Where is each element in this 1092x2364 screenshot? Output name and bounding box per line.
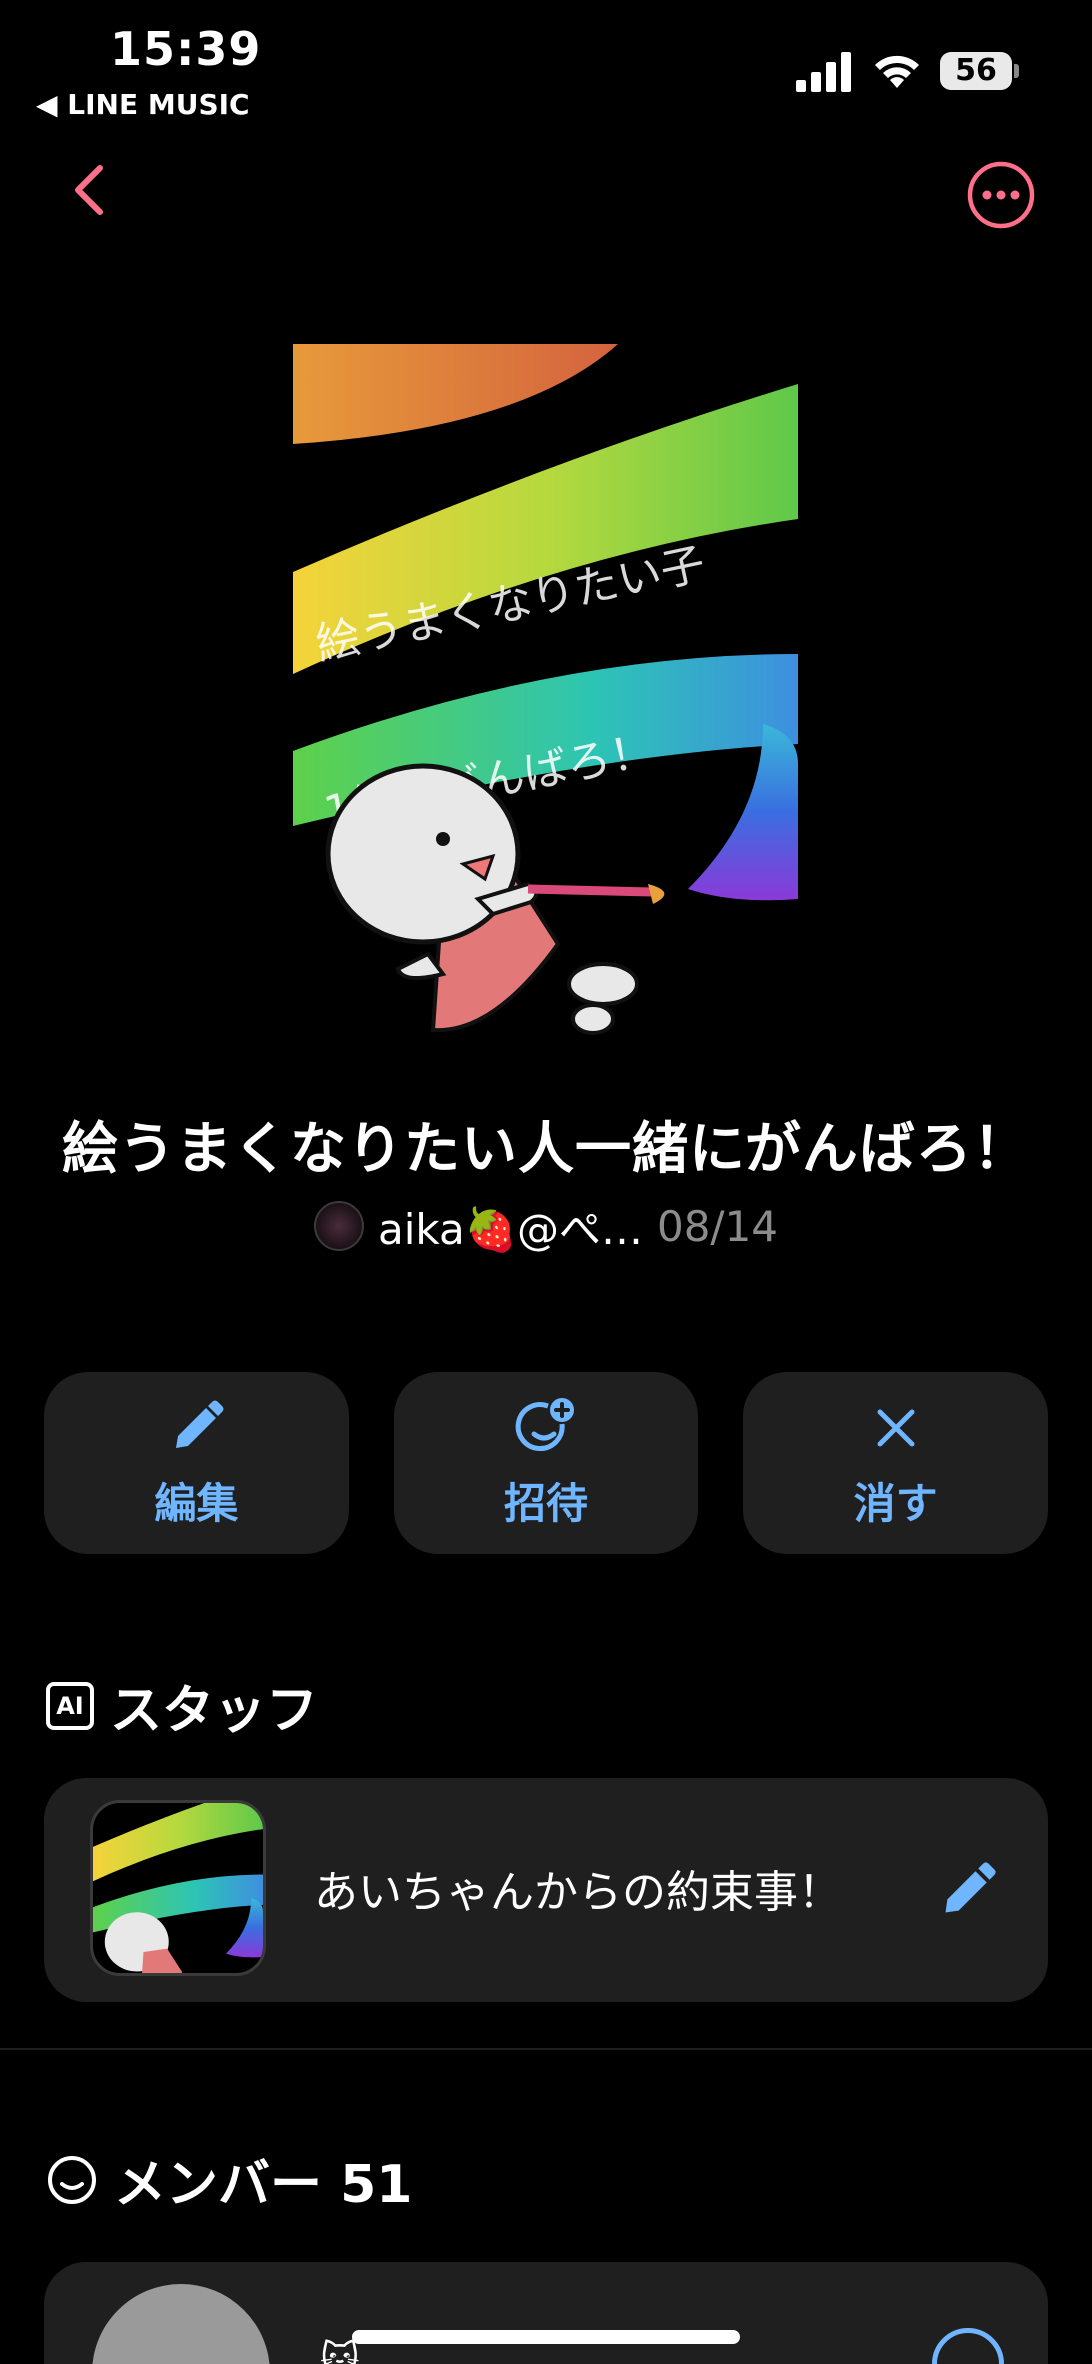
staff-item-card[interactable]: あいちゃんからの約束事！ (44, 1778, 1048, 2002)
status-time: 15:39 (110, 22, 262, 76)
cellular-signal-icon (796, 52, 851, 92)
staff-thumbnail-art (93, 1803, 263, 1973)
staff-item-title: あいちゃんからの約束事！ (314, 1867, 842, 1918)
battery-nub (1014, 64, 1019, 78)
more-options-button[interactable] (966, 160, 1036, 230)
members-heading-label: メンバー 51 (114, 2155, 413, 2215)
delete-button-label: 消す (853, 1478, 938, 1528)
edit-button-label: 編集 (154, 1478, 239, 1528)
staff-thumbnail (90, 1800, 266, 1976)
status-bar: 15:39 ◀ LINE MUSIC 56 (0, 0, 1092, 130)
author-name[interactable]: aika🍓@ぺ… (378, 1196, 643, 1257)
invite-button-label: 招待 (504, 1478, 589, 1528)
action-buttons: 編集 招待 消す (44, 1372, 1049, 1554)
member-avatar (92, 2284, 270, 2364)
playlist-cover-image: 絵うまくなりたい子 1緒にがんばろ！ (293, 344, 798, 1035)
edit-button[interactable]: 編集 (44, 1372, 349, 1554)
battery-indicator: 56 (940, 52, 1012, 90)
member-list-item[interactable]: 🐱 (44, 2262, 1048, 2364)
close-icon (877, 1409, 915, 1446)
delete-button[interactable]: 消す (743, 1372, 1049, 1554)
staff-edit-pencil-icon[interactable] (938, 1860, 998, 1920)
wifi-icon (875, 55, 919, 88)
members-section-heading: メンバー 51 (46, 2142, 412, 2217)
staff-section-heading: AI スタッフ (46, 1668, 318, 1743)
back-to-app-link[interactable]: ◀ LINE MUSIC (36, 88, 250, 121)
invite-face-plus-icon (515, 1397, 574, 1451)
playlist-date: 08/14 (656, 1201, 779, 1251)
smiley-face-icon (48, 2155, 96, 2204)
back-button[interactable] (62, 160, 122, 220)
staff-heading-label: スタッフ (110, 1681, 319, 1741)
author-avatar[interactable] (313, 1201, 364, 1251)
section-divider (0, 2048, 1092, 2050)
ai-badge-icon: AI (46, 1681, 94, 1730)
playlist-title: 絵うまくなりたい人一緒にがんばろ！ (62, 1117, 1030, 1182)
invite-button[interactable]: 招待 (393, 1372, 699, 1554)
home-indicator[interactable] (352, 2330, 740, 2344)
member-follow-toggle[interactable] (932, 2328, 1004, 2364)
pencil-icon (176, 1400, 224, 1448)
playlist-meta: aika🍓@ぺ… 08/14 (0, 1196, 1092, 1256)
